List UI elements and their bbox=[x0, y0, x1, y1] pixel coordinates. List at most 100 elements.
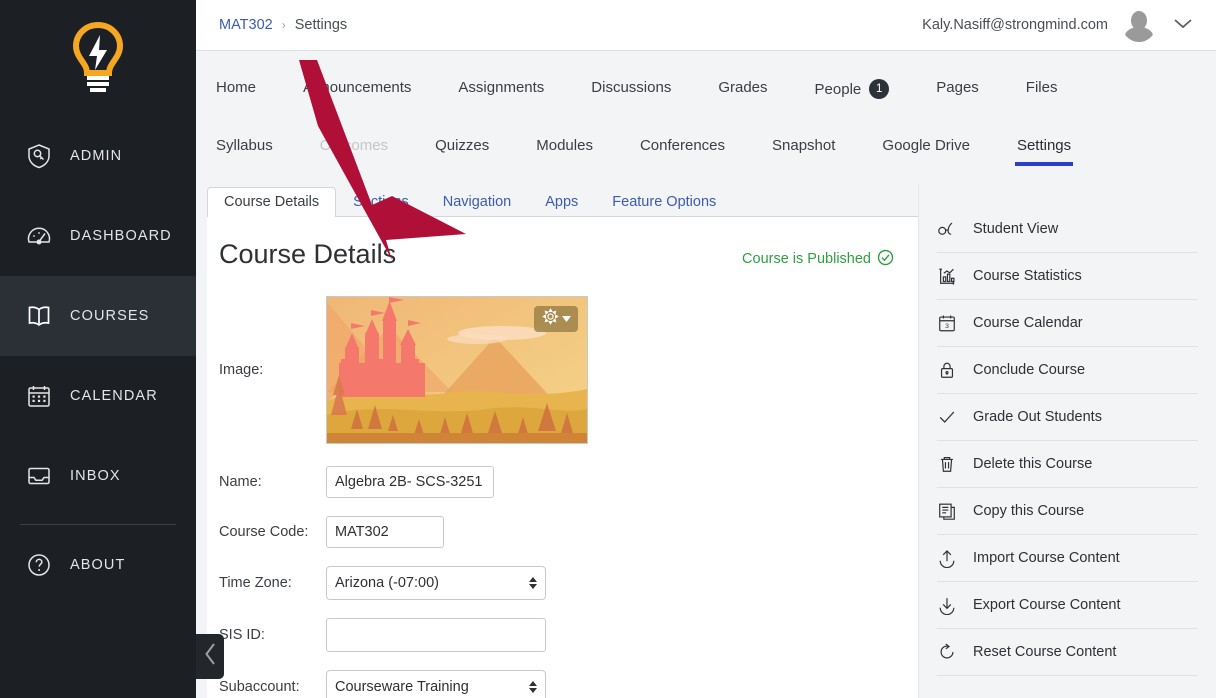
course-nav-tab-announcements[interactable]: Announcements bbox=[303, 79, 411, 108]
select-spinner-icon bbox=[529, 681, 537, 693]
settings-left-pane: Course DetailsSectionsNavigationAppsFeat… bbox=[196, 184, 918, 698]
calendar-icon: 3 bbox=[937, 313, 957, 333]
subaccount-select[interactable]: Courseware Training bbox=[326, 670, 546, 698]
sidebar-action-student-view[interactable]: Student View bbox=[937, 206, 1198, 253]
course-details-form: Image: bbox=[207, 270, 918, 698]
course-nav-tab-outcomes: Outcomes bbox=[320, 137, 388, 166]
course-nav-tab-settings[interactable]: Settings bbox=[1017, 137, 1071, 166]
sidebar-item-courses[interactable]: COURSES bbox=[0, 276, 196, 356]
people-count-badge: 1 bbox=[869, 79, 889, 99]
sidebar-action-label: Delete this Course bbox=[973, 456, 1092, 472]
chevron-down-icon[interactable] bbox=[1170, 15, 1196, 36]
time-zone-select[interactable]: Arizona (-07:00) bbox=[326, 566, 546, 600]
breadcrumb-current: Settings bbox=[295, 17, 347, 33]
download-icon bbox=[937, 595, 957, 615]
course-nav-tab-label: Conferences bbox=[640, 137, 725, 154]
form-row-subaccount: Subaccount: Courseware Training bbox=[219, 670, 918, 698]
course-nav-tab-discussions[interactable]: Discussions bbox=[591, 79, 671, 108]
form-row-course-code: Course Code: bbox=[219, 516, 918, 548]
breadcrumb-course-link[interactable]: MAT302 bbox=[219, 17, 273, 33]
avatar[interactable] bbox=[1122, 8, 1156, 42]
course-nav-tab-files[interactable]: Files bbox=[1026, 79, 1058, 108]
sidebar-action-grade-out-students[interactable]: Grade Out Students bbox=[937, 394, 1198, 441]
sub-tab-navigation[interactable]: Navigation bbox=[426, 187, 529, 217]
course-nav-tab-people[interactable]: People1 bbox=[815, 79, 890, 111]
lightbulb-logo-icon bbox=[69, 22, 127, 94]
caret-down-icon bbox=[562, 310, 571, 328]
sis-id-label: SIS ID: bbox=[219, 627, 326, 643]
form-row-image: Image: bbox=[219, 296, 918, 444]
form-row-name: Name: bbox=[219, 466, 918, 498]
course-nav-tab-label: Syllabus bbox=[216, 137, 273, 154]
book-icon bbox=[26, 303, 52, 329]
course-navigation: Home Announcements Assignments Discussions G… bbox=[196, 51, 1216, 184]
collapse-sidebar-button[interactable] bbox=[196, 634, 224, 679]
sidebar-item-calendar[interactable]: CALENDAR bbox=[0, 356, 196, 436]
sis-id-input[interactable] bbox=[326, 618, 546, 652]
course-nav-tab-quizzes[interactable]: Quizzes bbox=[435, 137, 489, 166]
course-code-input[interactable] bbox=[326, 516, 444, 548]
course-nav-tab-google-drive[interactable]: Google Drive bbox=[882, 137, 970, 166]
bar-chart-icon bbox=[937, 266, 957, 286]
sub-tab-apps[interactable]: Apps bbox=[528, 187, 595, 217]
sub-tab-sections[interactable]: Sections bbox=[336, 187, 426, 217]
active-tab-underline bbox=[1015, 162, 1073, 166]
sidebar-action-label: Reset Course Content bbox=[973, 644, 1116, 660]
name-input[interactable] bbox=[326, 466, 494, 498]
content-body: Course DetailsSectionsNavigationAppsFeat… bbox=[196, 184, 1216, 698]
global-navigation-sidebar: ADMIN DASHBOARD COURSES bbox=[0, 0, 196, 698]
sidebar-item-admin[interactable]: ADMIN bbox=[0, 116, 196, 196]
sidebar-action-course-calendar[interactable]: 3Course Calendar bbox=[937, 300, 1198, 347]
form-row-time-zone: Time Zone: Arizona (-07:00) bbox=[219, 566, 918, 600]
check-circle-icon bbox=[877, 249, 894, 270]
sidebar-action-conclude-course[interactable]: Conclude Course bbox=[937, 347, 1198, 394]
course-image-settings-button[interactable] bbox=[534, 306, 578, 332]
sidebar-action-export-course-content[interactable]: Export Course Content bbox=[937, 582, 1198, 629]
course-nav-tab-pages[interactable]: Pages bbox=[936, 79, 979, 108]
course-nav-tab-snapshot[interactable]: Snapshot bbox=[772, 137, 835, 166]
sidebar-action-delete-this-course[interactable]: Delete this Course bbox=[937, 441, 1198, 488]
refresh-icon bbox=[937, 642, 957, 662]
page-title: Course Details bbox=[219, 239, 396, 270]
calendar-icon bbox=[26, 383, 52, 409]
course-nav-tab-label: Google Drive bbox=[882, 137, 970, 154]
sidebar-item-inbox[interactable]: INBOX bbox=[0, 436, 196, 516]
time-zone-label: Time Zone: bbox=[219, 575, 326, 591]
course-nav-tab-modules[interactable]: Modules bbox=[536, 137, 593, 166]
course-nav-tab-label: Grades bbox=[718, 79, 767, 96]
course-actions-sidebar: Student View Course Statistics3Course Cal… bbox=[918, 184, 1216, 698]
sidebar-item-label: CALENDAR bbox=[70, 388, 158, 404]
lock-icon bbox=[937, 360, 957, 380]
course-nav-tab-home[interactable]: Home bbox=[216, 79, 256, 108]
course-code-label: Course Code: bbox=[219, 524, 326, 540]
course-image[interactable] bbox=[326, 296, 588, 444]
sidebar-action-import-course-content[interactable]: Import Course Content bbox=[937, 535, 1198, 582]
inbox-icon bbox=[26, 463, 52, 489]
course-details-header: Course Details Course is Published bbox=[207, 239, 918, 270]
course-nav-tab-label: Announcements bbox=[303, 79, 411, 96]
sidebar-item-label: DASHBOARD bbox=[70, 228, 172, 244]
course-nav-tab-conferences[interactable]: Conferences bbox=[640, 137, 725, 166]
course-nav-tab-assignments[interactable]: Assignments bbox=[458, 79, 544, 108]
name-label: Name: bbox=[219, 474, 326, 490]
form-row-sis-id: SIS ID: bbox=[219, 618, 918, 652]
course-nav-tab-label: Pages bbox=[936, 79, 979, 96]
sidebar-item-dashboard[interactable]: DASHBOARD bbox=[0, 196, 196, 276]
course-nav-tab-syllabus[interactable]: Syllabus bbox=[216, 137, 273, 166]
course-nav-tab-grades[interactable]: Grades bbox=[718, 79, 767, 108]
sidebar-action-reset-course-content[interactable]: Reset Course Content bbox=[937, 629, 1198, 676]
sidebar-action-label: Conclude Course bbox=[973, 362, 1085, 378]
sub-tab-course-details[interactable]: Course Details bbox=[207, 187, 336, 217]
sidebar-action-copy-this-course[interactable]: Copy this Course bbox=[937, 488, 1198, 535]
sidebar-action-label: Student View bbox=[973, 221, 1058, 237]
course-nav-tab-label: Assignments bbox=[458, 79, 544, 96]
status-badge: Course is Published bbox=[742, 249, 894, 270]
sidebar-item-label: INBOX bbox=[70, 468, 121, 484]
sidebar-action-course-statistics[interactable]: Course Statistics bbox=[937, 253, 1198, 300]
app-logo[interactable] bbox=[0, 0, 196, 116]
sub-tab-feature-options[interactable]: Feature Options bbox=[595, 187, 733, 217]
sidebar-item-about[interactable]: ABOUT bbox=[0, 525, 196, 605]
chevron-left-icon bbox=[203, 642, 218, 671]
course-nav-tab-label: Discussions bbox=[591, 79, 671, 96]
gear-icon bbox=[542, 308, 559, 330]
